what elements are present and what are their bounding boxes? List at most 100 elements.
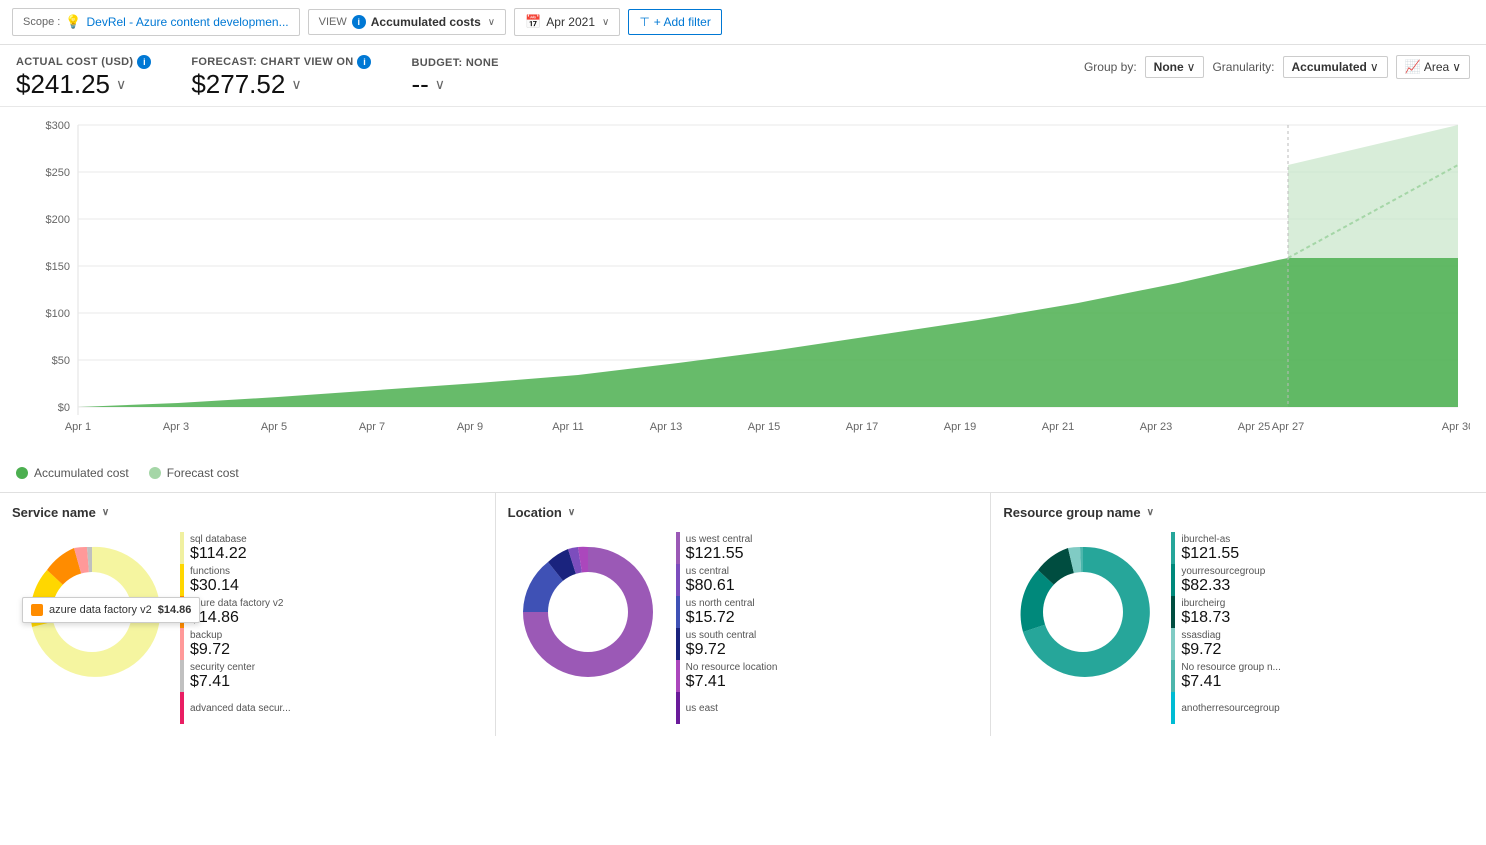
rg-legend-iburchelas: iburchel-as $121.55	[1171, 532, 1474, 564]
svg-text:$50: $50	[52, 355, 70, 367]
date-value: Apr 2021	[546, 15, 595, 29]
actual-cost-label: ACTUAL COST (USD)	[16, 56, 133, 68]
service-name-adf: azure data factory v2	[190, 598, 283, 609]
service-legend-backup: backup $9.72	[180, 628, 483, 660]
bottom-panels: Service name ∨	[0, 492, 1486, 736]
rg-legend-your: yourresourcegroup $82.33	[1171, 564, 1474, 596]
location-panel-title: Location	[508, 505, 562, 520]
location-legend-westcentral: us west central $121.55	[676, 532, 979, 564]
accumulated-legend-item: Accumulated cost	[16, 466, 129, 480]
granularity-value: Accumulated	[1292, 60, 1367, 74]
service-legend-ads: advanced data secur...	[180, 692, 483, 724]
location-bar-east	[676, 692, 680, 724]
location-value-westcentral: $121.55	[686, 545, 753, 563]
svg-text:Apr 1: Apr 1	[65, 421, 91, 433]
forecast-legend-dot	[149, 467, 161, 479]
rg-legend-iburcheirg: iburcheirg $18.73	[1171, 596, 1474, 628]
rg-name-ssasdiag: ssasdiag	[1181, 630, 1221, 641]
rg-legend-another: anotherresourcegroup	[1171, 692, 1474, 724]
actual-cost-value: $241.25 ∨	[16, 69, 151, 100]
budget-value: -- ∨	[411, 69, 498, 100]
service-name-security: security center	[190, 662, 255, 673]
forecast-label: FORECAST: CHART VIEW ON	[191, 56, 353, 68]
resource-group-chevron-icon: ∨	[1147, 507, 1154, 518]
view-label: VIEW	[319, 16, 347, 28]
lightbulb-icon: 💡	[65, 14, 81, 30]
view-button[interactable]: VIEW i Accumulated costs ∨	[308, 9, 507, 35]
svg-text:$0: $0	[58, 402, 70, 414]
location-value-southcentral: $9.72	[686, 641, 757, 659]
service-legend-list: sql database $114.22 functions $30.14	[180, 532, 483, 724]
filter-icon: ⊤	[639, 15, 649, 29]
rg-legend-ssasdiag: ssasdiag $9.72	[1171, 628, 1474, 660]
service-value-security: $7.41	[190, 673, 255, 691]
rg-name-iburcheirg: iburcheirg	[1181, 598, 1230, 609]
date-button[interactable]: 📅 Apr 2021 ∨	[514, 8, 620, 36]
location-value-central: $80.61	[686, 577, 735, 595]
service-panel-header[interactable]: Service name ∨	[12, 505, 483, 520]
location-panel-header[interactable]: Location ∨	[508, 505, 979, 520]
add-filter-button[interactable]: ⊤ + Add filter	[628, 9, 722, 35]
service-bar-ads	[180, 692, 184, 724]
chart-type-chevron-icon: ∨	[1452, 60, 1461, 74]
service-bar-backup	[180, 628, 184, 660]
view-info-icon: i	[352, 15, 366, 29]
location-legend-east: us east	[676, 692, 979, 724]
svg-text:$100: $100	[46, 308, 70, 320]
rg-bar-another	[1171, 692, 1175, 724]
svg-text:Apr 5: Apr 5	[261, 421, 287, 433]
rg-value-your: $82.33	[1181, 577, 1265, 595]
view-value: Accumulated costs	[371, 15, 481, 29]
location-name-northcentral: us north central	[686, 598, 755, 609]
budget-chevron-icon[interactable]: ∨	[435, 76, 445, 93]
chart-type-button[interactable]: 📈 Area ∨	[1396, 55, 1470, 79]
accumulated-area	[78, 258, 1458, 407]
resource-group-legend-list: iburchel-as $121.55 yourresourcegroup $8…	[1171, 532, 1474, 724]
rg-bar-iburcheirg	[1171, 596, 1175, 628]
location-name-central: us central	[686, 566, 735, 577]
toolbar: Scope : 💡 DevRel - Azure content develop…	[0, 0, 1486, 45]
location-value-nolocation: $7.41	[686, 673, 778, 691]
forecast-chevron-icon[interactable]: ∨	[291, 76, 301, 93]
forecast-legend-item: Forecast cost	[149, 466, 239, 480]
actual-cost-info-icon[interactable]: i	[137, 55, 151, 69]
resource-group-panel-header[interactable]: Resource group name ∨	[1003, 505, 1474, 520]
rg-bar-norg	[1171, 660, 1175, 692]
svg-text:Apr 27: Apr 27	[1272, 421, 1304, 433]
svg-text:$150: $150	[46, 261, 70, 273]
group-by-button[interactable]: None ∨	[1145, 56, 1205, 78]
donut-hole-rg	[1043, 572, 1123, 652]
rg-value-iburchelas: $121.55	[1181, 545, 1239, 563]
service-bar-sql	[180, 532, 184, 564]
svg-text:Apr 30: Apr 30	[1442, 421, 1470, 433]
donut-hole-location	[548, 572, 628, 652]
actual-cost-chevron-icon[interactable]: ∨	[116, 76, 126, 93]
service-name-functions: functions	[190, 566, 239, 577]
location-value-northcentral: $15.72	[686, 609, 755, 627]
view-chevron-icon: ∨	[488, 17, 495, 28]
service-panel: Service name ∨	[0, 493, 496, 736]
forecast-info-icon[interactable]: i	[357, 55, 371, 69]
granularity-button[interactable]: Accumulated ∨	[1283, 56, 1388, 78]
location-name-nolocation: No resource location	[686, 662, 778, 673]
service-legend-functions: functions $30.14	[180, 564, 483, 596]
svg-text:$200: $200	[46, 214, 70, 226]
svg-text:Apr 21: Apr 21	[1042, 421, 1074, 433]
service-value-sql: $114.22	[190, 545, 247, 563]
service-value-functions: $30.14	[190, 577, 239, 595]
date-chevron-icon: ∨	[602, 17, 609, 28]
service-legend-adf: azure data factory v2 $14.86	[180, 596, 483, 628]
location-bar-southcentral	[676, 628, 680, 660]
calendar-icon: 📅	[525, 14, 541, 30]
budget-metric: BUDGET: NONE -- ∨	[411, 55, 498, 100]
actual-cost-metric: ACTUAL COST (USD) i $241.25 ∨	[16, 55, 151, 100]
location-chevron-icon: ∨	[568, 507, 575, 518]
location-panel-content: us west central $121.55 us central $80.6…	[508, 532, 979, 724]
chart-container: $300 $250 $200 $150 $100 $50 $0 Apr 1 Ap…	[0, 107, 1486, 462]
budget-label: BUDGET: NONE	[411, 57, 498, 69]
chart-legend: Accumulated cost Forecast cost	[0, 462, 1486, 492]
service-value-backup: $9.72	[190, 641, 230, 659]
scope-button[interactable]: Scope : 💡 DevRel - Azure content develop…	[12, 8, 300, 36]
granularity-chevron-icon: ∨	[1370, 60, 1379, 74]
location-legend-northcentral: us north central $15.72	[676, 596, 979, 628]
